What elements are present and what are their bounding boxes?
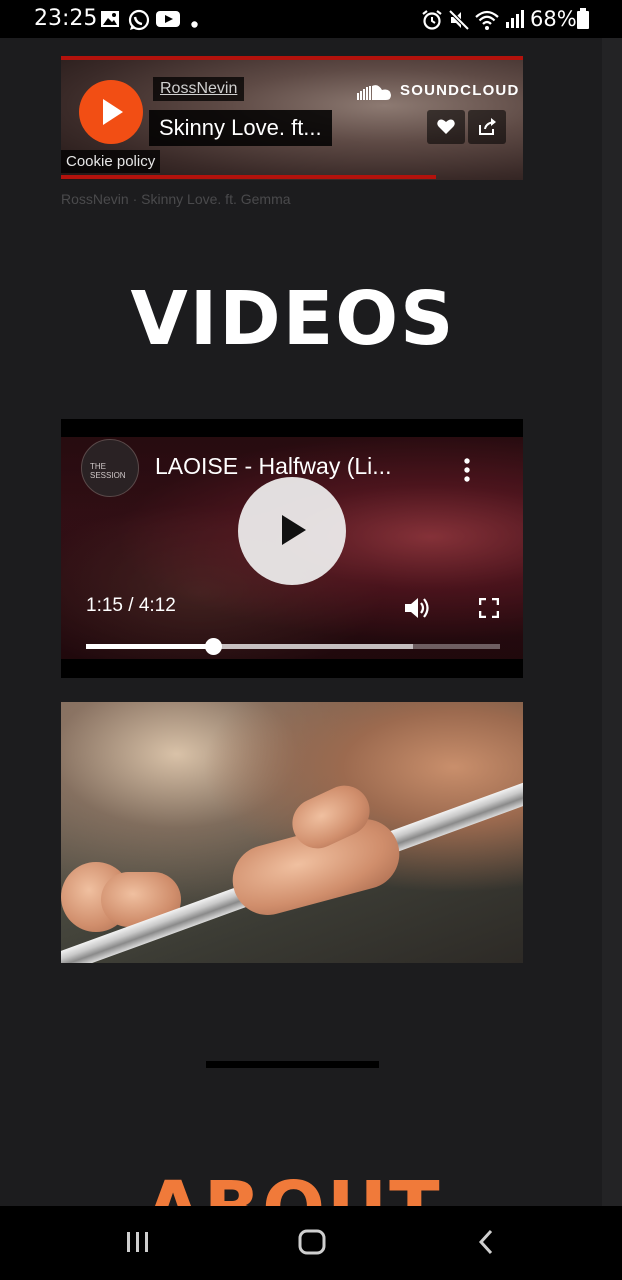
play-icon xyxy=(282,515,306,545)
about-heading: ABOUT xyxy=(0,1166,586,1206)
cookie-policy-link[interactable]: Cookie policy xyxy=(61,150,161,173)
volume-icon[interactable] xyxy=(403,595,431,621)
web-page[interactable]: RossNevin Skinny Love. ft... SOUNDCLOUD … xyxy=(0,38,622,1206)
soundcloud-caption-link[interactable]: RossNevin · Skinny Love. ft. Gemma xyxy=(61,191,291,207)
youtube-icon xyxy=(156,9,180,34)
navigation-bar xyxy=(0,1206,622,1280)
dot-icon xyxy=(191,15,198,33)
video-player[interactable]: THE SESSION LAOISE - Halfway (Li... 1:15… xyxy=(61,419,523,678)
battery-percent: 68% xyxy=(530,7,577,31)
signal-icon xyxy=(504,9,524,34)
soundcloud-progress-top xyxy=(61,56,523,60)
video-thumbnail-flute[interactable] xyxy=(61,702,523,963)
video-play-button[interactable] xyxy=(238,477,346,585)
fullscreen-icon[interactable] xyxy=(479,598,499,618)
videos-heading: VIDEOS xyxy=(130,276,456,362)
home-icon[interactable] xyxy=(297,1226,327,1258)
section-divider xyxy=(206,1061,379,1068)
channel-avatar[interactable]: THE SESSION xyxy=(81,439,139,497)
more-options-icon[interactable] xyxy=(463,457,471,483)
video-scrubber-handle[interactable] xyxy=(205,638,223,655)
page-scrollbar[interactable] xyxy=(602,38,622,1206)
mute-icon xyxy=(448,9,470,36)
soundcloud-play-button[interactable] xyxy=(79,80,143,144)
soundcloud-username-link[interactable]: RossNevin xyxy=(153,77,245,101)
soundcloud-widget[interactable]: RossNevin Skinny Love. ft... SOUNDCLOUD … xyxy=(61,56,523,180)
recent-apps-icon[interactable] xyxy=(124,1226,152,1258)
status-time: 23:25 xyxy=(34,6,98,31)
gallery-icon xyxy=(100,9,120,34)
soundcloud-progress-bar[interactable] xyxy=(61,175,436,179)
whatsapp-icon xyxy=(128,9,150,36)
video-title[interactable]: LAOISE - Halfway (Li... xyxy=(155,453,391,480)
video-played-bar xyxy=(86,644,214,649)
battery-icon xyxy=(576,8,590,35)
soundcloud-brand[interactable]: SOUNDCLOUD xyxy=(400,82,520,99)
video-progress-bar[interactable] xyxy=(86,638,500,655)
soundcloud-track-title[interactable]: Skinny Love. ft... xyxy=(149,110,332,146)
heart-icon xyxy=(437,119,455,134)
share-icon xyxy=(479,118,496,135)
soundcloud-logo-icon xyxy=(357,85,391,100)
status-bar: 23:25 68% xyxy=(0,0,622,38)
alarm-icon xyxy=(421,9,443,36)
soundcloud-share-button[interactable] xyxy=(468,110,506,144)
back-icon[interactable] xyxy=(474,1226,498,1258)
soundcloud-like-button[interactable] xyxy=(427,110,465,144)
video-time-display: 1:15 / 4:12 xyxy=(86,595,176,616)
wifi-icon xyxy=(474,9,500,36)
